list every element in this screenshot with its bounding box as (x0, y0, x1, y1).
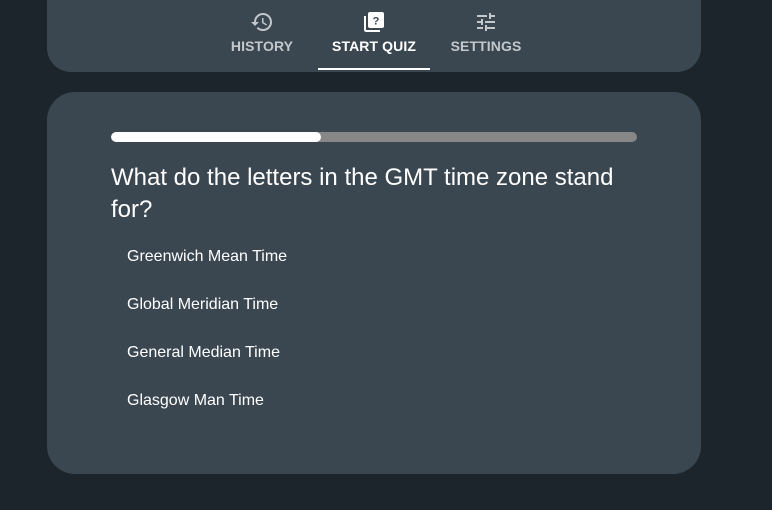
answer-option[interactable]: Greenwich Mean Time (111, 233, 637, 281)
question-text: What do the letters in the GMT time zone… (111, 164, 614, 223)
navigation-card: HISTORY ? START QUIZ SETTINGS (47, 0, 701, 72)
quiz-app: HISTORY ? START QUIZ SETTINGS What do th… (0, 0, 772, 510)
tab-start-quiz-label: START QUIZ (332, 38, 416, 54)
answer-option[interactable]: General Median Time (111, 329, 637, 377)
quiz-progress-bar (111, 132, 637, 142)
answer-list: Greenwich Mean Time Global Meridian Time… (111, 233, 637, 425)
tab-bar: HISTORY ? START QUIZ SETTINGS (47, 0, 701, 72)
history-icon (251, 13, 272, 32)
quiz-progress-fill (111, 132, 322, 142)
tab-history-label: HISTORY (230, 38, 294, 54)
tab-settings-label: SETTINGS (450, 38, 522, 54)
svg-text:?: ? (373, 16, 380, 28)
active-tab-indicator (318, 68, 430, 70)
tab-settings[interactable]: SETTINGS (430, 0, 542, 72)
tune-icon (477, 13, 495, 31)
tab-start-quiz[interactable]: ? START QUIZ (318, 0, 430, 72)
answer-option[interactable]: Glasgow Man Time (111, 377, 637, 425)
tab-history[interactable]: HISTORY (206, 0, 318, 72)
answer-option[interactable]: Global Meridian Time (111, 281, 637, 329)
quiz-card: What do the letters in the GMT time zone… (47, 92, 701, 474)
quiz-icon: ? (364, 12, 384, 32)
